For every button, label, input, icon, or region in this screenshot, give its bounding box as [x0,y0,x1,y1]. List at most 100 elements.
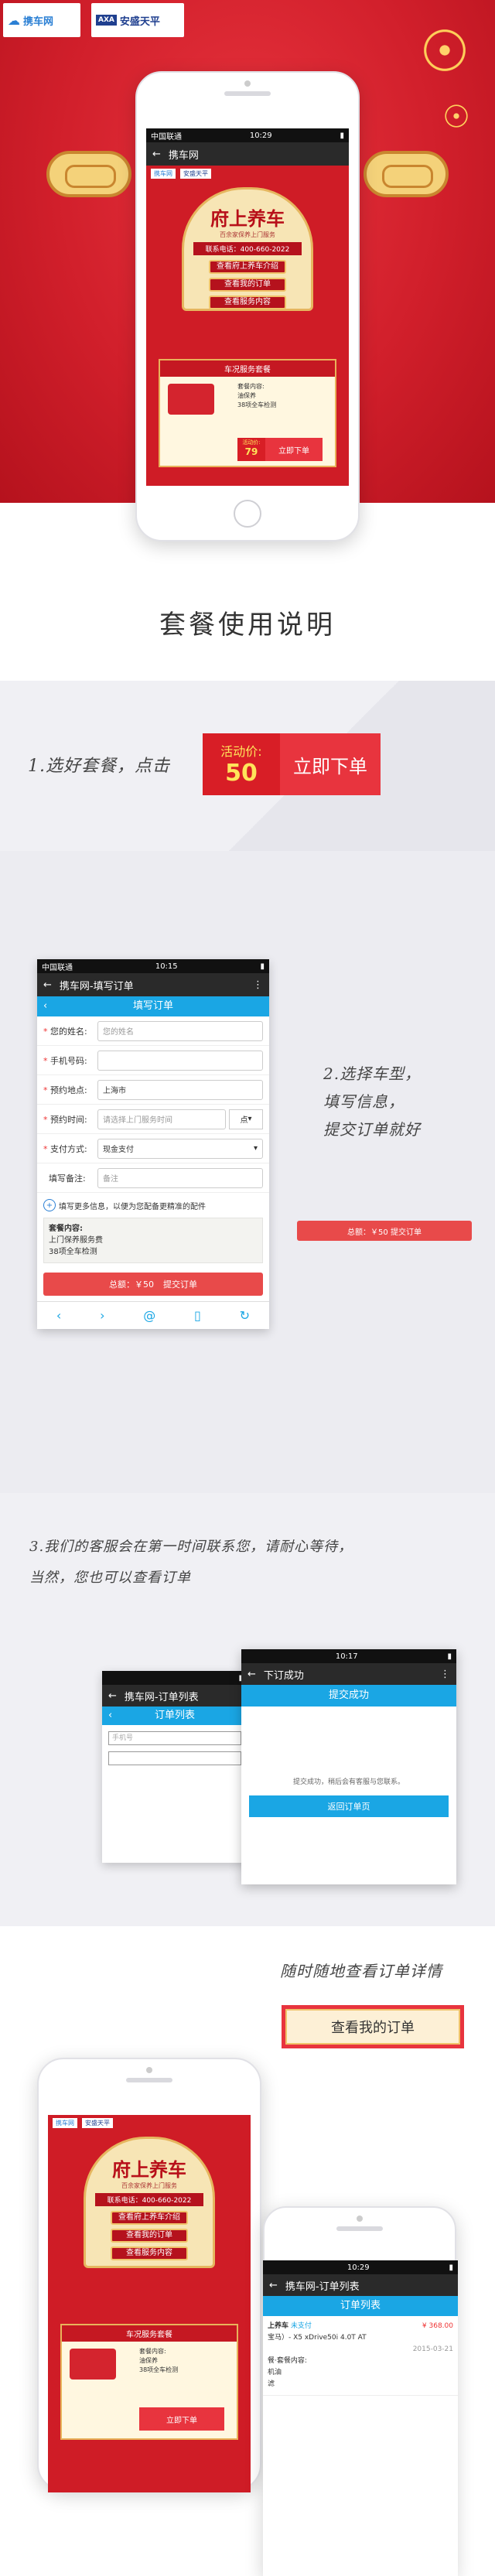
logo2-name: 安盛天平 [119,15,160,28]
step3-section: 3.我们的客服会在第一时间联系您，请耐心等待， 当然，您也可以查看订单 ▮ ← 携… [0,1493,495,1926]
payment-value: 现金支付 [103,1146,134,1154]
step2-text-line: 填写信息， [323,1092,405,1111]
submit-order-button[interactable]: 提交订单 [163,1278,197,1290]
chevron-left-icon[interactable]: ‹ [43,996,47,1016]
app-title: 下订成功 [263,1669,304,1682]
brand-row: 携车网 安盛天平 [146,166,349,182]
chevron-down-icon: ▾ [253,1144,258,1153]
back-arrow-icon[interactable]: ← [108,1690,117,1702]
step4-section: 随时随地查看订单详情 查看我的订单 携车网 安盛天平 府上养车 百余家保养上门服… [0,1926,495,2576]
package-item: 38项全车检测 [139,2366,179,2373]
package-summary: 套餐内容: 上门保养服务费 38项全车检测 [43,1218,263,1263]
time-row: * 预约时间: 请选择上门服务时间点 ▾ [37,1105,269,1134]
return-to-orders-button[interactable]: 返回订单页 [249,1795,449,1817]
menu-services-button[interactable]: 查看服务内容 [209,296,286,309]
red-envelope-icon [168,384,214,415]
back-arrow-icon[interactable]: ← [248,1669,256,1680]
app-bar: ← 携车网 [146,142,349,166]
promo-phone-screen: 携车网 安盛天平 府上养车 百余家保养上门服务 联系电话：400-660-202… [48,2115,251,2492]
page-title: 填写订单 [132,1000,173,1012]
success-message: 提交成功，稍后会有客服与您联系。 [292,1778,405,1786]
order-now-button[interactable]: 立即下单 [265,438,323,461]
promo-page: 携车网 安盛天平 府上养车 百余家保养上门服务 联系电话：400-660-202… [146,166,349,486]
phone-speaker [224,91,271,96]
view-orders-frame: 查看我的订单 [282,2005,464,2048]
step3-text-line: 3.我们的客服会在第一时间联系您，请耐心等待， [29,1539,353,1555]
address-input[interactable]: 上海市 [97,1079,263,1100]
logo1-name: 携车网 [23,15,54,28]
app-title: 携车网-订单列表 [124,1691,199,1703]
step1-section: 1.选好套餐，点击 活动价: 50 立即下单 [0,681,495,851]
code-input[interactable] [108,1751,241,1765]
battery-icon: ▮ [340,131,344,140]
more-menu-icon[interactable]: ⋮ [440,1669,450,1680]
phone-camera [244,80,251,87]
payment-select[interactable]: 现金支付 ▾ [97,1138,263,1159]
step1-price-box: 活动价: 50 立即下单 [203,733,381,795]
step1-price-tag: 活动价: 50 [203,733,280,795]
remark-input[interactable]: 备注 [97,1167,263,1188]
package-item: 油保养 [139,2357,158,2364]
time-input[interactable]: 请选择上门服务时间 [97,1109,226,1129]
hero-phone-screen: 中国联通 10:29 ▮ ← 携车网 携车网 安盛天平 府上养车 百余家保养上门服务 … [146,128,349,486]
step2-text-line: 2.选择车型， [323,1064,422,1083]
phone-search-input[interactable]: 手机号 [108,1731,241,1745]
order-list-item[interactable]: 上养车 未支付 ¥ 368.00 宝马）- X5 xDrive50i 4.0T … [263,2316,458,2396]
phone-camera [357,2216,363,2222]
hotline[interactable]: 联系电话：400-660-2022 [193,242,302,255]
hour-select[interactable]: 点 ▾ [229,1109,263,1129]
back-arrow-icon[interactable]: ← [269,2280,278,2291]
order-now-button[interactable]: 立即下单 [139,2407,224,2431]
hotline[interactable]: 联系电话：400-660-2022 [95,2193,203,2206]
order-form-screen: 中国联通 10:15 ▮ ← 携车网-填写订单 ⋮ ‹ 填写订单 * 您的姓名: 您的姓名 … [37,959,269,1329]
xiecheche-logo: ☁ 携车网 [3,3,80,37]
home-icon[interactable]: @ [143,1308,155,1323]
order-line: 机油 [268,2369,282,2376]
menu-services-button[interactable]: 查看服务内容 [111,2246,188,2260]
step1-order-button[interactable]: 立即下单 [280,733,381,795]
forward-icon[interactable]: › [100,1308,104,1323]
carrier: 中国联通 [42,963,73,972]
bookmark-icon[interactable]: ▯ [194,1308,201,1323]
payment-row: * 支付方式: 现金支付 ▾ [37,1134,269,1163]
field-label: 预约时间: [50,1114,87,1125]
promo-subline: 百余家保养上门服务 [220,231,275,238]
view-my-orders-button[interactable]: 查看我的订单 [285,2009,460,2045]
brand2: 安盛天平 [82,2118,113,2128]
more-info-link[interactable]: + 填写更多信息，以便为您配备更精准的配件 [37,1193,269,1218]
package-card: 车况服务套餐 套餐内容: 油保养 38项全车检测 活动价: 79 立即下单 [159,359,336,467]
package-card: 车况服务套餐 套餐内容: 油保养 38项全车检测 立即下单 [60,2324,238,2440]
package-line: 38项全车检测 [49,1248,97,1256]
name-input[interactable]: 您的姓名 [97,1020,263,1041]
page-header: 提交成功 [241,1685,456,1707]
order-price: ¥ 368.00 [422,2322,453,2330]
phone-camera [146,2067,152,2073]
brand1: 携车网 [151,169,176,179]
axa-tianping-logo: AXA 安盛天平 [91,3,184,37]
order-car: 宝马）- X5 xDrive50i 4.0T AT [268,2334,367,2342]
phone-input[interactable] [97,1050,263,1071]
menu-intro-button[interactable]: 查看府上养车介绍 [111,2211,188,2225]
step4-orders-phone: 10:29 ▮ ← 携车网-订单列表 订单列表 上养车 未支付 ¥ 368.00 宝… [263,2206,458,2576]
step3-text: 3.我们的客服会在第一时间联系您，请耐心等待， 当然，您也可以查看订单 [29,1532,353,1594]
clock: 10:29 [346,2263,370,2272]
red-envelope-icon [70,2349,116,2380]
chevron-left-icon[interactable]: ‹ [108,1707,112,1725]
refresh-icon[interactable]: ↻ [240,1308,250,1323]
step4-text: 随时随地查看订单详情 [280,1962,442,1980]
back-arrow-icon[interactable]: ← [43,979,52,991]
promo-headline: 府上养车 [112,2158,186,2181]
step2-section: 中国联通 10:15 ▮ ← 携车网-填写订单 ⋮ ‹ 填写订单 * 您的姓名: 您的姓名 … [0,851,495,1493]
menu-my-orders-button[interactable]: 查看我的订单 [209,278,286,292]
step1-price-value: 50 [225,760,258,787]
submit-bar[interactable]: 总额：￥50 提交订单 [43,1273,263,1296]
promo-page: 携车网 安盛天平 府上养车 百余家保养上门服务 联系电话：400-660-202… [48,2115,251,2492]
menu-intro-button[interactable]: 查看府上养车介绍 [209,260,286,274]
menu-my-orders-button[interactable]: 查看我的订单 [111,2229,188,2243]
step3-text-line: 当然，您也可以查看订单 [29,1570,191,1586]
address-row: * 预约地点: 上海市 [37,1075,269,1105]
page-header: ‹ 填写订单 [37,996,269,1016]
back-arrow-icon[interactable]: ← [152,149,161,160]
back-icon[interactable]: ‹ [56,1308,61,1323]
more-menu-icon[interactable]: ⋮ [253,979,263,991]
